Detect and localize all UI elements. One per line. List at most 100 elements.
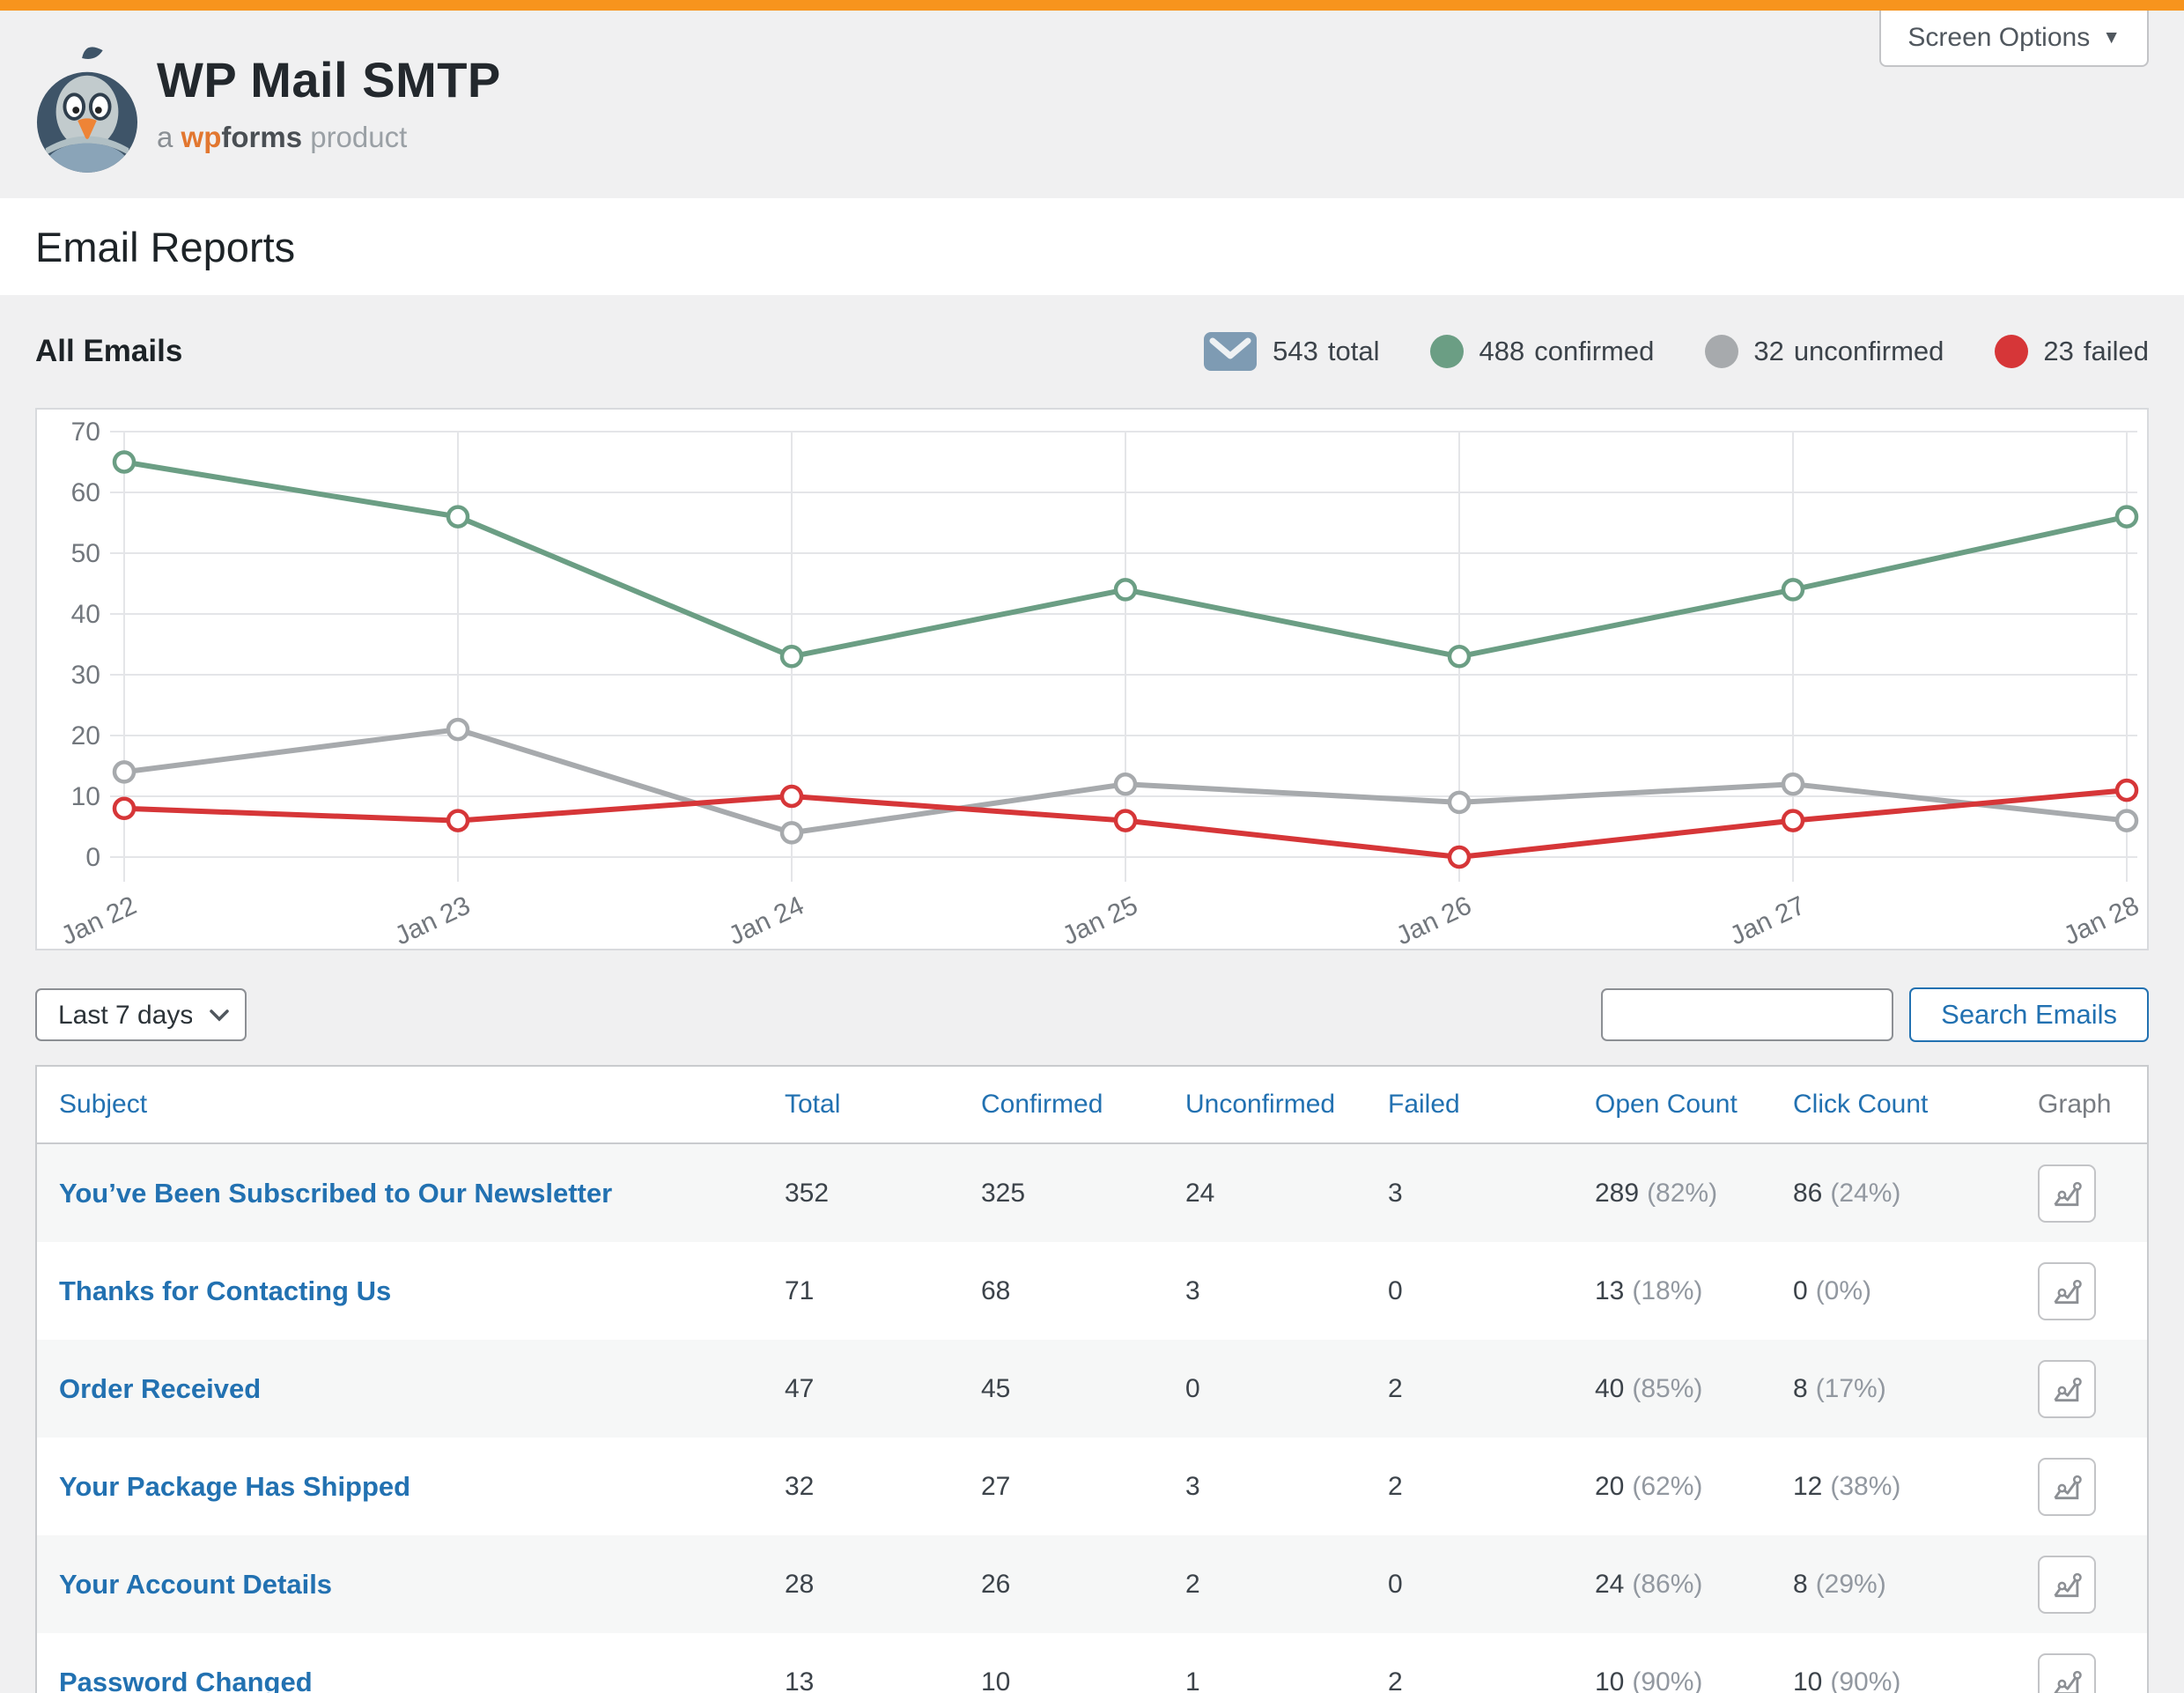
svg-text:60: 60 xyxy=(71,478,100,507)
screen-options-button[interactable]: Screen Options ▼ xyxy=(1879,11,2149,67)
legend-label: total xyxy=(1328,336,1380,367)
click-count-cell: 8(17%) xyxy=(1793,1374,2038,1404)
email-subject-link[interactable]: Your Account Details xyxy=(59,1569,785,1601)
email-subject-link[interactable]: Password Changed xyxy=(59,1667,785,1693)
total-cell: 32 xyxy=(785,1472,981,1502)
table-body: You’ve Been Subscribed to Our Newsletter… xyxy=(37,1144,2147,1693)
open-count-cell: 40(85%) xyxy=(1595,1374,1793,1404)
legend-label: failed xyxy=(2084,336,2149,367)
confirmed-cell: 10 xyxy=(981,1667,1185,1693)
tagline-prefix: a xyxy=(157,121,173,153)
legend-value: 32 xyxy=(1753,336,1783,367)
legend-item-unconfirmed: 32 unconfirmed xyxy=(1705,335,1944,368)
svg-text:Jan 26: Jan 26 xyxy=(1391,891,1476,949)
total-cell: 47 xyxy=(785,1374,981,1404)
email-subject-link[interactable]: Thanks for Contacting Us xyxy=(59,1275,785,1307)
svg-text:Jan 23: Jan 23 xyxy=(390,891,475,949)
click-count-cell: 10(90%) xyxy=(1793,1667,2038,1693)
screen-options-label: Screen Options xyxy=(1907,23,2090,53)
failed-cell: 3 xyxy=(1388,1179,1595,1209)
table-row: Your Package Has Shipped 32 27 3 2 20(62… xyxy=(37,1438,2147,1535)
column-header-subject[interactable]: Subject xyxy=(59,1090,785,1120)
search-input[interactable] xyxy=(1601,988,1893,1041)
tagline-forms: forms xyxy=(221,121,302,153)
unconfirmed-cell: 2 xyxy=(1185,1570,1388,1600)
unconfirmed-cell: 1 xyxy=(1185,1667,1388,1693)
row-graph-button[interactable] xyxy=(2038,1556,2096,1614)
legend-value: 543 xyxy=(1273,336,1318,367)
date-range-select[interactable]: Last 7 days xyxy=(35,988,247,1041)
email-subject-link[interactable]: Order Received xyxy=(59,1373,785,1405)
row-graph-button[interactable] xyxy=(2038,1458,2096,1516)
failed-cell: 2 xyxy=(1388,1374,1595,1404)
brand-block: WP Mail SMTP a wpforms product xyxy=(157,51,501,154)
legend-item-total: 543 total xyxy=(1203,331,1379,372)
table-row: Password Changed 13 10 1 2 10(90%) 10(90… xyxy=(37,1633,2147,1693)
failed-cell: 2 xyxy=(1388,1667,1595,1693)
unconfirmed-cell: 3 xyxy=(1185,1472,1388,1502)
unconfirmed-cell: 3 xyxy=(1185,1276,1388,1306)
svg-text:50: 50 xyxy=(71,539,100,568)
site-header: WP Mail SMTP a wpforms product Screen Op… xyxy=(0,11,2184,198)
open-count-cell: 289(82%) xyxy=(1595,1179,1793,1209)
failed-cell: 2 xyxy=(1388,1472,1595,1502)
top-accent-bar xyxy=(0,0,2184,11)
line-chart-icon xyxy=(2050,1372,2084,1406)
unconfirmed-cell: 24 xyxy=(1185,1179,1388,1209)
column-header-open-count[interactable]: Open Count xyxy=(1595,1090,1793,1120)
legend-item-confirmed: 488 confirmed xyxy=(1430,335,1654,368)
column-header-failed[interactable]: Failed xyxy=(1388,1090,1595,1120)
column-header-unconfirmed[interactable]: Unconfirmed xyxy=(1185,1090,1388,1120)
svg-text:Jan 25: Jan 25 xyxy=(1058,891,1142,949)
row-graph-button[interactable] xyxy=(2038,1360,2096,1418)
confirmed-cell: 27 xyxy=(981,1472,1185,1502)
tagline-wp: wp xyxy=(181,121,222,153)
column-header-graph: Graph xyxy=(2038,1090,2147,1120)
open-count-cell: 24(86%) xyxy=(1595,1570,1793,1600)
row-graph-button[interactable] xyxy=(2038,1262,2096,1320)
failed-dot-icon xyxy=(1995,335,2028,368)
legend-value: 23 xyxy=(2043,336,2073,367)
table-header-row: Subject Total Confirmed Unconfirmed Fail… xyxy=(37,1067,2147,1144)
line-chart-icon xyxy=(2050,1177,2084,1210)
svg-text:Jan 22: Jan 22 xyxy=(56,891,141,949)
row-graph-button[interactable] xyxy=(2038,1164,2096,1223)
click-count-cell: 8(29%) xyxy=(1793,1570,2038,1600)
wp-mail-smtp-logo xyxy=(35,39,139,185)
legend-value: 488 xyxy=(1479,336,1524,367)
email-subject-link[interactable]: Your Package Has Shipped xyxy=(59,1471,785,1503)
svg-text:10: 10 xyxy=(71,782,100,811)
svg-text:40: 40 xyxy=(71,600,100,629)
confirmed-cell: 325 xyxy=(981,1179,1185,1209)
email-subject-link[interactable]: You’ve Been Subscribed to Our Newsletter xyxy=(59,1178,785,1209)
open-count-cell: 20(62%) xyxy=(1595,1472,1793,1502)
total-cell: 28 xyxy=(785,1570,981,1600)
legend-item-failed: 23 failed xyxy=(1995,335,2149,368)
legend-label: unconfirmed xyxy=(1794,336,1944,367)
click-count-cell: 0(0%) xyxy=(1793,1276,2038,1306)
column-header-confirmed[interactable]: Confirmed xyxy=(981,1090,1185,1120)
column-header-total[interactable]: Total xyxy=(785,1090,981,1120)
failed-cell: 0 xyxy=(1388,1276,1595,1306)
search-emails-button[interactable]: Search Emails xyxy=(1909,987,2149,1042)
svg-text:Jan 28: Jan 28 xyxy=(2059,891,2143,949)
svg-text:30: 30 xyxy=(71,661,100,690)
column-header-click-count[interactable]: Click Count xyxy=(1793,1090,2038,1120)
table-row: Order Received 47 45 0 2 40(85%) 8(17%) xyxy=(37,1340,2147,1438)
emails-line-chart[interactable]: 010203040506070Jan 22Jan 23Jan 24Jan 25J… xyxy=(35,408,2149,950)
open-count-cell: 13(18%) xyxy=(1595,1276,1793,1306)
email-totals-legend: 543 total 488 confirmed 32 unconfirmed 2… xyxy=(1203,331,2149,372)
open-count-cell: 10(90%) xyxy=(1595,1667,1793,1693)
line-chart-icon xyxy=(2050,1568,2084,1601)
table-row: You’ve Been Subscribed to Our Newsletter… xyxy=(37,1144,2147,1242)
date-range-select-wrap: Last 7 days xyxy=(35,988,247,1041)
svg-text:20: 20 xyxy=(71,721,100,750)
row-graph-button[interactable] xyxy=(2038,1653,2096,1693)
app-title: WP Mail SMTP xyxy=(157,51,501,108)
confirmed-cell: 26 xyxy=(981,1570,1185,1600)
brand-tagline: a wpforms product xyxy=(157,121,501,154)
chevron-down-icon: ▼ xyxy=(2102,27,2121,48)
confirmed-dot-icon xyxy=(1430,335,1464,368)
svg-text:0: 0 xyxy=(85,843,100,872)
section-title: All Emails xyxy=(35,334,182,369)
